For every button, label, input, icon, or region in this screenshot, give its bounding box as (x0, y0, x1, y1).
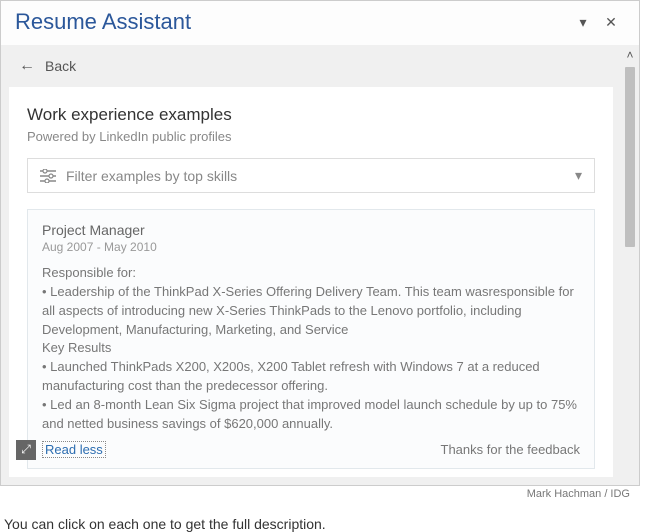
work-experience-card: Work experience examples Powered by Link… (9, 87, 613, 477)
filter-dropdown[interactable]: Filter examples by top skills ▾ (27, 158, 595, 193)
chevron-down-icon: ▾ (579, 14, 586, 31)
expand-icon: ⤢ (21, 442, 31, 457)
expand-button[interactable]: ⤢ (16, 440, 36, 460)
pane-title: Resume Assistant (15, 9, 569, 35)
sliders-icon (40, 169, 56, 183)
section-subtitle: Powered by LinkedIn public profiles (27, 129, 595, 144)
dropdown-button[interactable]: ▾ (569, 10, 597, 34)
chevron-down-icon: ▾ (575, 167, 582, 184)
chevron-up-icon: ˄ (626, 48, 633, 62)
close-button[interactable]: ✕ (597, 10, 625, 34)
example-footer: ⤢ Read less Thanks for the feedback (42, 440, 580, 460)
close-icon: ✕ (605, 14, 617, 31)
job-title: Project Manager (42, 222, 580, 238)
job-body: Responsible for: • Leadership of the Thi… (42, 264, 580, 434)
scrollbar[interactable]: ˄ (621, 45, 639, 485)
titlebar: Resume Assistant ▾ ✕ (1, 1, 639, 45)
image-credit: Mark Hachman / IDG (0, 486, 640, 500)
scroll-up-button[interactable]: ˄ (621, 45, 639, 65)
feedback-text: Thanks for the feedback (441, 442, 580, 457)
job-dates: Aug 2007 - May 2010 (42, 240, 580, 254)
experience-example[interactable]: Project Manager Aug 2007 - May 2010 Resp… (27, 209, 595, 469)
content-wrap: ← Back Work experience examples Powered … (1, 45, 639, 485)
back-label: Back (45, 58, 76, 74)
back-arrow-icon: ← (19, 57, 35, 75)
filter-label: Filter examples by top skills (66, 168, 575, 184)
resume-assistant-pane: Resume Assistant ▾ ✕ ← Back Work experie… (0, 0, 640, 486)
back-button[interactable]: ← Back (1, 45, 621, 87)
read-less-link[interactable]: Read less (42, 441, 106, 458)
scroll-area: ← Back Work experience examples Powered … (1, 45, 621, 485)
section-title: Work experience examples (27, 105, 595, 125)
scroll-thumb[interactable] (625, 67, 635, 247)
caption-text: You can click on each one to get the ful… (0, 500, 660, 532)
